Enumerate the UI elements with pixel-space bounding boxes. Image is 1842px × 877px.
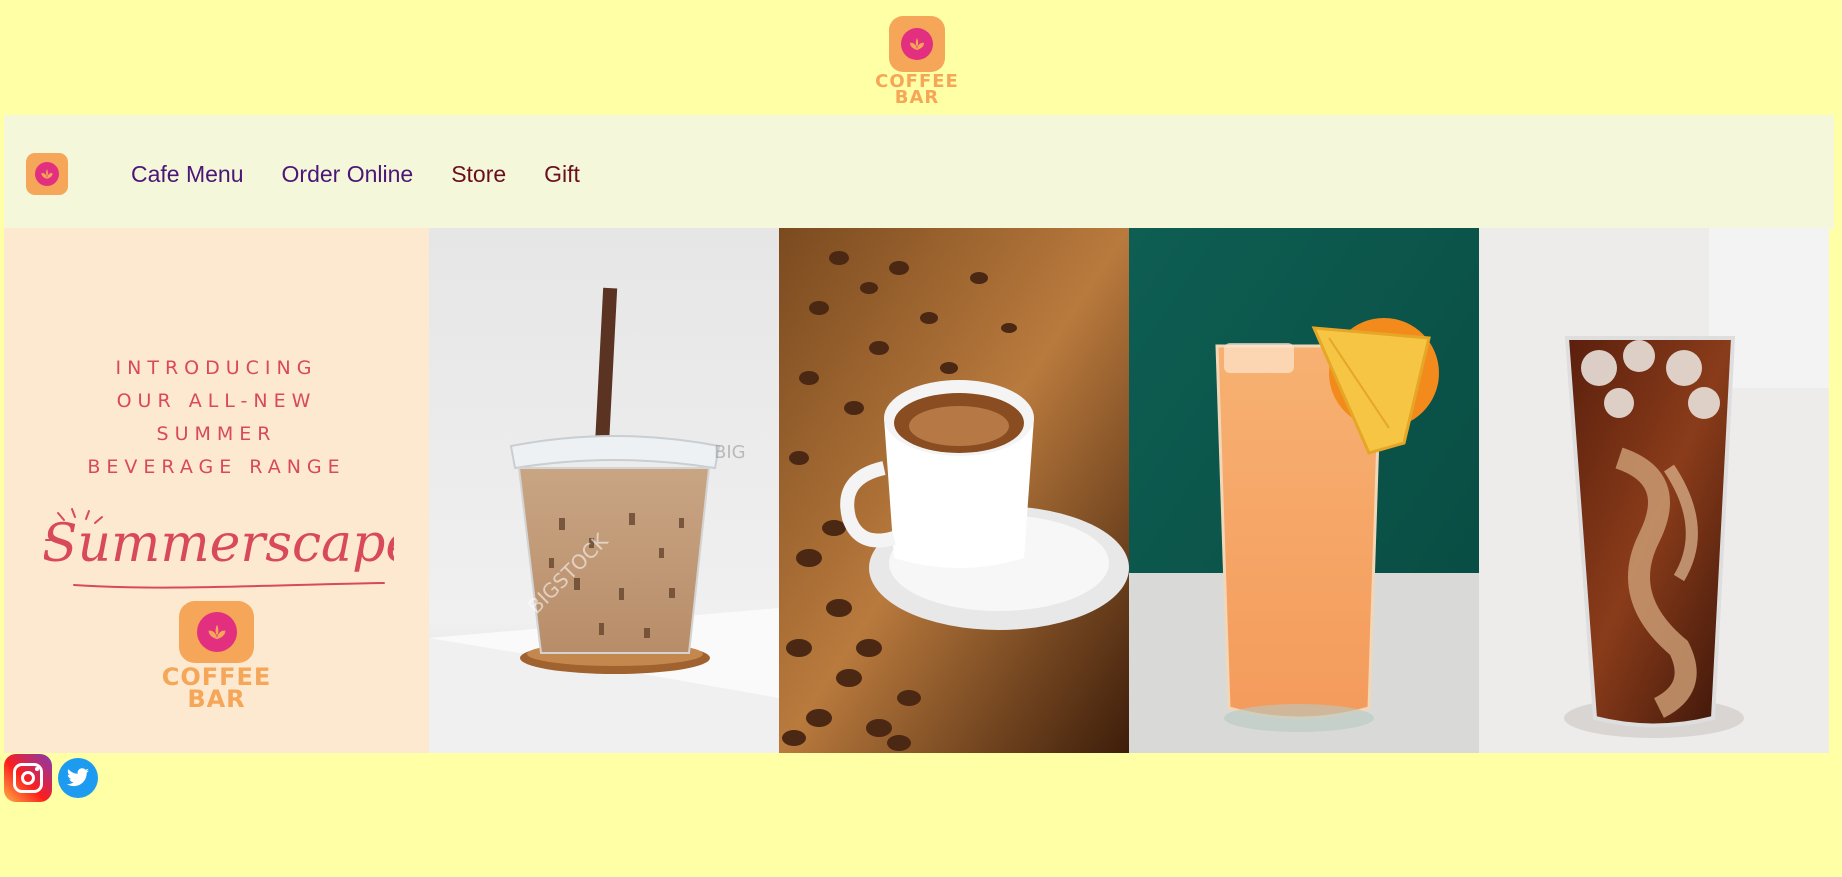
leaf-icon xyxy=(35,162,59,186)
nav-bar: Cafe Menu Order Online Store Gift xyxy=(4,115,1834,229)
espresso-beans-photo[interactable] xyxy=(779,228,1129,753)
header-logo[interactable]: COFFEE BAR xyxy=(862,14,972,109)
summer-promo-banner[interactable]: INTRODUCING OUR ALL-NEW SUMMER BEVERAGE … xyxy=(4,228,429,753)
svg-text:Summerscape: Summerscape xyxy=(44,514,394,574)
instagram-icon[interactable] xyxy=(4,754,52,802)
nav-cafe-menu[interactable]: Cafe Menu xyxy=(131,161,244,188)
brand-wordmark: COFFEE BAR xyxy=(161,663,272,713)
coffee-bar-app-icon xyxy=(889,16,945,72)
iced-latte-photo[interactable]: BIG BIGSTOCK xyxy=(429,228,779,753)
leaf-icon xyxy=(196,612,237,652)
promo-headline: INTRODUCING OUR ALL-NEW SUMMER BEVERAGE … xyxy=(87,357,346,478)
social-links xyxy=(4,754,98,802)
brand-wordmark: COFFEE BAR xyxy=(875,71,959,109)
summerscape-script: Summerscape xyxy=(44,508,394,589)
leaf-icon xyxy=(901,28,933,60)
coffee-bar-app-icon xyxy=(179,601,254,663)
promo-brand-logo: COFFEE BAR xyxy=(144,601,289,711)
hero-gallery: INTRODUCING OUR ALL-NEW SUMMER BEVERAGE … xyxy=(4,228,1830,753)
nav-gift[interactable]: Gift xyxy=(544,161,580,188)
cold-brew-photo[interactable] xyxy=(1479,228,1829,753)
nav-store[interactable]: Store xyxy=(451,161,506,188)
nav-links: Cafe Menu Order Online Store Gift xyxy=(131,161,618,188)
nav-home-logo[interactable] xyxy=(26,153,68,195)
nav-order-online[interactable]: Order Online xyxy=(282,161,414,188)
svg-text:BIG: BIG xyxy=(714,442,746,463)
orange-juice-photo[interactable] xyxy=(1129,228,1479,753)
twitter-icon[interactable] xyxy=(58,758,98,798)
